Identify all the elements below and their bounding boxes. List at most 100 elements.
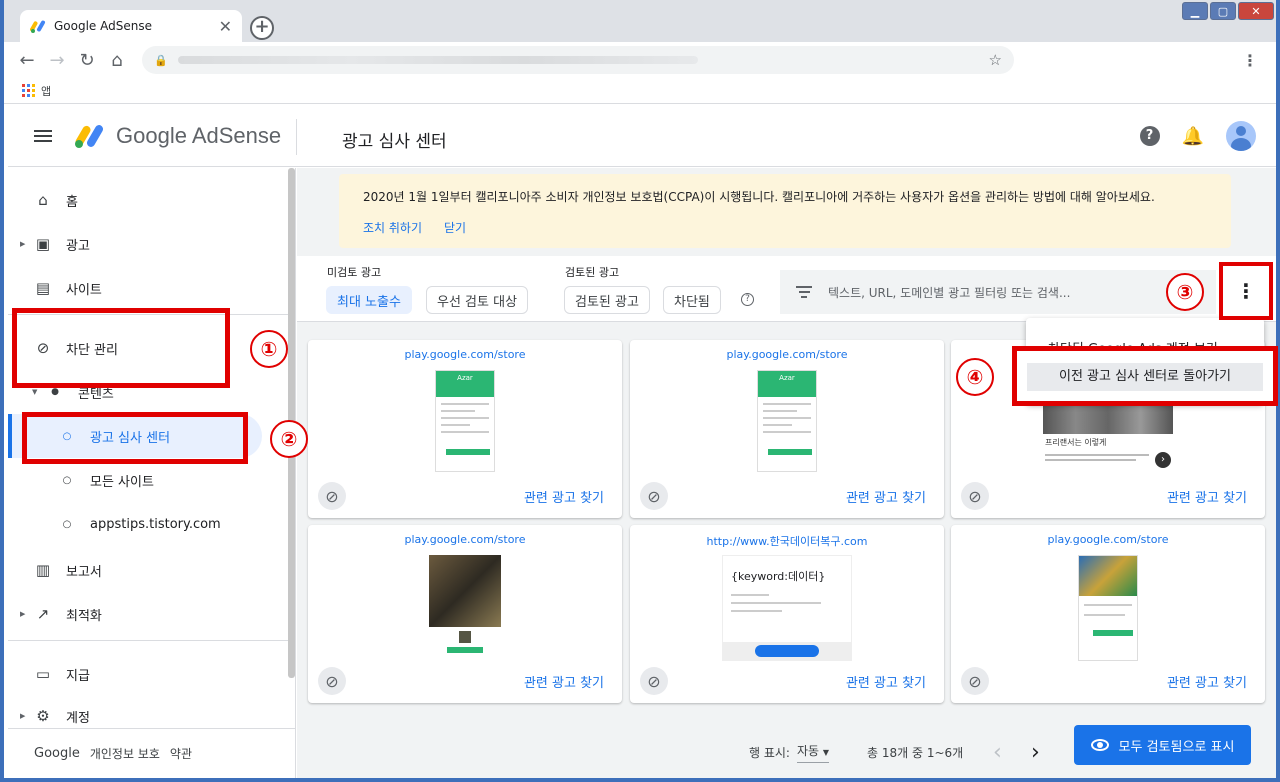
ad-thumbnail[interactable]: {keyword:데이터}	[722, 555, 852, 661]
ad-url[interactable]: play.google.com/store	[308, 348, 622, 361]
bullet-icon: ●	[51, 387, 59, 397]
find-related-ads-link[interactable]: 관련 광고 찾기	[1167, 672, 1247, 691]
circle-icon: ○	[62, 518, 72, 530]
find-related-ads-link[interactable]: 관련 광고 찾기	[846, 487, 926, 506]
banner-action-link[interactable]: 조치 취하기	[363, 219, 422, 236]
sites-icon: ▤	[35, 279, 51, 297]
mark-all-reviewed-button[interactable]: 모두 검토됨으로 표시	[1074, 725, 1251, 765]
sidebar-item-ads[interactable]: ▶ ▣ 광고	[8, 222, 288, 266]
sidebar-item-sites[interactable]: ▤ 사이트	[8, 266, 288, 310]
block-ad-icon[interactable]: ⊘	[640, 482, 668, 510]
ad-thumbnail[interactable]: Azar	[435, 370, 495, 472]
bookmark-star-icon[interactable]: ☆	[989, 51, 1002, 69]
ad-url[interactable]: play.google.com/store	[308, 533, 622, 546]
ccpa-banner: 2020년 1월 1일부터 캘리포니아주 소비자 개인정보 보호법(CCPA)이…	[339, 174, 1231, 248]
browser-menu-icon[interactable]: ⋮	[1242, 51, 1258, 70]
banner-dismiss-link[interactable]: 닫기	[444, 219, 466, 236]
minimize-button[interactable]: ▁	[1182, 2, 1208, 20]
maximize-button[interactable]: ▢	[1210, 2, 1236, 20]
ad-card[interactable]: play.google.com/store Azar ⊘ 관련 광고 찾기	[308, 340, 622, 518]
ad-card[interactable]: play.google.com/store ⊘ 관련 광고 찾기	[951, 525, 1265, 703]
avatar[interactable]	[1226, 121, 1256, 151]
home-icon: ⌂	[38, 191, 48, 209]
ad-card[interactable]: play.google.com/store ⊘ 관련 광고 찾기	[308, 525, 622, 703]
adsense-logo[interactable]: Google AdSense	[74, 123, 281, 149]
reviewed-label: 검토된 광고	[565, 266, 620, 279]
unreviewed-label: 미검토 광고	[327, 266, 382, 279]
next-page-icon[interactable]: ›	[1031, 740, 1040, 765]
sidebar-item-optimization[interactable]: ▶ ↗ 최적화	[8, 592, 288, 636]
ad-thumbnail[interactable]: Azar	[757, 370, 817, 472]
expand-arrow-icon[interactable]: ▶	[20, 712, 25, 720]
home-browser-icon[interactable]: ⌂	[106, 49, 128, 71]
prev-page-icon[interactable]: ‹	[993, 740, 1002, 765]
adsense-header: Google AdSense 광고 심사 센터 ? 🔔	[8, 105, 1276, 167]
annotation-box-2	[22, 412, 248, 464]
ad-url[interactable]: play.google.com/store	[951, 533, 1265, 546]
reload-icon[interactable]: ↻	[76, 49, 98, 71]
apps-grid-icon[interactable]	[22, 84, 35, 97]
sidebar-item-label: 홈	[66, 194, 78, 210]
close-window-button[interactable]: ✕	[1238, 2, 1274, 20]
page-range: 총 18개 중 1~6개	[867, 745, 964, 760]
find-related-ads-link[interactable]: 관련 광고 찾기	[524, 672, 604, 691]
footer-terms-link[interactable]: 약관	[170, 745, 192, 762]
search-placeholder: 텍스트, URL, 도메인별 광고 필터링 또는 검색...	[828, 285, 1071, 300]
page-title: 광고 심사 센터	[342, 132, 447, 152]
bookmark-apps[interactable]: 앱	[41, 83, 51, 99]
more-options-button[interactable]: ⋮	[1219, 262, 1273, 320]
browser-toolbar: ← → ↻ ⌂ 🔒 ☆ ⋮	[4, 42, 1276, 78]
footer-privacy-link[interactable]: 개인정보 보호	[90, 745, 160, 762]
chip-reviewed-ads[interactable]: 검토된 광고	[564, 286, 650, 314]
block-ad-icon[interactable]: ⊘	[318, 482, 346, 510]
ad-thumbnail[interactable]: 프리랜서는 이렇게 ›	[1043, 406, 1173, 472]
back-icon[interactable]: ←	[16, 49, 38, 71]
chip-blocked[interactable]: 차단됨	[663, 286, 721, 314]
ad-url[interactable]: play.google.com/store	[630, 348, 944, 361]
address-bar[interactable]: 🔒 ☆	[142, 46, 1014, 74]
sidebar-item-payments[interactable]: ▭ 지급	[8, 652, 288, 696]
sidebar-item-label: 보고서	[66, 564, 102, 580]
menu-item-return-old-review-center[interactable]: 이전 광고 심사 센터로 돌아가기	[1027, 363, 1263, 391]
collapse-arrow-icon[interactable]: ▼	[32, 388, 37, 396]
find-related-ads-link[interactable]: 관련 광고 찾기	[524, 487, 604, 506]
hamburger-menu-icon[interactable]	[34, 129, 52, 142]
chip-priority-review[interactable]: 우선 검토 대상	[426, 286, 529, 314]
ad-thumbnail[interactable]	[1078, 555, 1138, 661]
banner-text: 2020년 1월 1일부터 캘리포니아주 소비자 개인정보 보호법(CCPA)이…	[363, 190, 1155, 204]
tab-close-icon[interactable]: ✕	[219, 17, 232, 36]
ad-thumbnail[interactable]	[429, 555, 501, 659]
browser-tab[interactable]: Google AdSense ✕	[20, 10, 242, 42]
block-ad-icon[interactable]: ⊘	[640, 667, 668, 695]
rows-select[interactable]: 자동 ▼	[797, 742, 830, 763]
new-tab-button[interactable]: +	[250, 16, 274, 40]
forward-icon[interactable]: →	[46, 49, 68, 71]
blurred-url	[177, 56, 698, 64]
block-ad-icon[interactable]: ⊘	[961, 667, 989, 695]
sidebar-item-site-tistory[interactable]: ○ appstips.tistory.com	[8, 502, 288, 546]
main-content: 2020년 1월 1일부터 캘리포니아주 소비자 개인정보 보호법(CCPA)이…	[297, 168, 1276, 778]
payments-icon: ▭	[35, 665, 51, 683]
block-ad-icon[interactable]: ⊘	[318, 667, 346, 695]
sidebar-item-home[interactable]: ⌂ 홈	[8, 178, 288, 222]
sidebar-item-reports[interactable]: ▥ 보고서	[8, 548, 288, 592]
dropdown-arrow-icon: ▼	[822, 747, 830, 757]
sidebar-item-all-sites[interactable]: ○ 모든 사이트	[8, 458, 288, 502]
rows-select-value: 자동	[797, 743, 820, 758]
search-input[interactable]: 텍스트, URL, 도메인별 광고 필터링 또는 검색...	[780, 270, 1216, 314]
find-related-ads-link[interactable]: 관련 광고 찾기	[846, 672, 926, 691]
block-ad-icon[interactable]: ⊘	[961, 482, 989, 510]
ad-card[interactable]: http://www.한국데이터복구.com {keyword:데이터} ⊘ 관…	[630, 525, 944, 703]
chip-max-impressions[interactable]: 최대 노출수	[326, 286, 412, 314]
ad-card[interactable]: play.google.com/store Azar ⊘ 관련 광고 찾기	[630, 340, 944, 518]
ad-url[interactable]: http://www.한국데이터복구.com	[630, 533, 944, 549]
expand-arrow-icon[interactable]: ▶	[20, 610, 25, 618]
adsense-favicon-icon	[30, 18, 46, 34]
help-circle-icon[interactable]: ?	[741, 293, 754, 306]
expand-arrow-icon[interactable]: ▶	[20, 240, 25, 248]
sidebar: ⌂ 홈 ▶ ▣ 광고 ▤ 사이트 ⊘ 차단 관리 ▼ ● 콘텐츠 ○ 광고 심사…	[8, 168, 296, 778]
find-related-ads-link[interactable]: 관련 광고 찾기	[1167, 487, 1247, 506]
optimize-icon: ↗	[36, 605, 50, 623]
notifications-bell-icon[interactable]: 🔔	[1182, 126, 1204, 147]
help-icon[interactable]: ?	[1139, 126, 1160, 146]
